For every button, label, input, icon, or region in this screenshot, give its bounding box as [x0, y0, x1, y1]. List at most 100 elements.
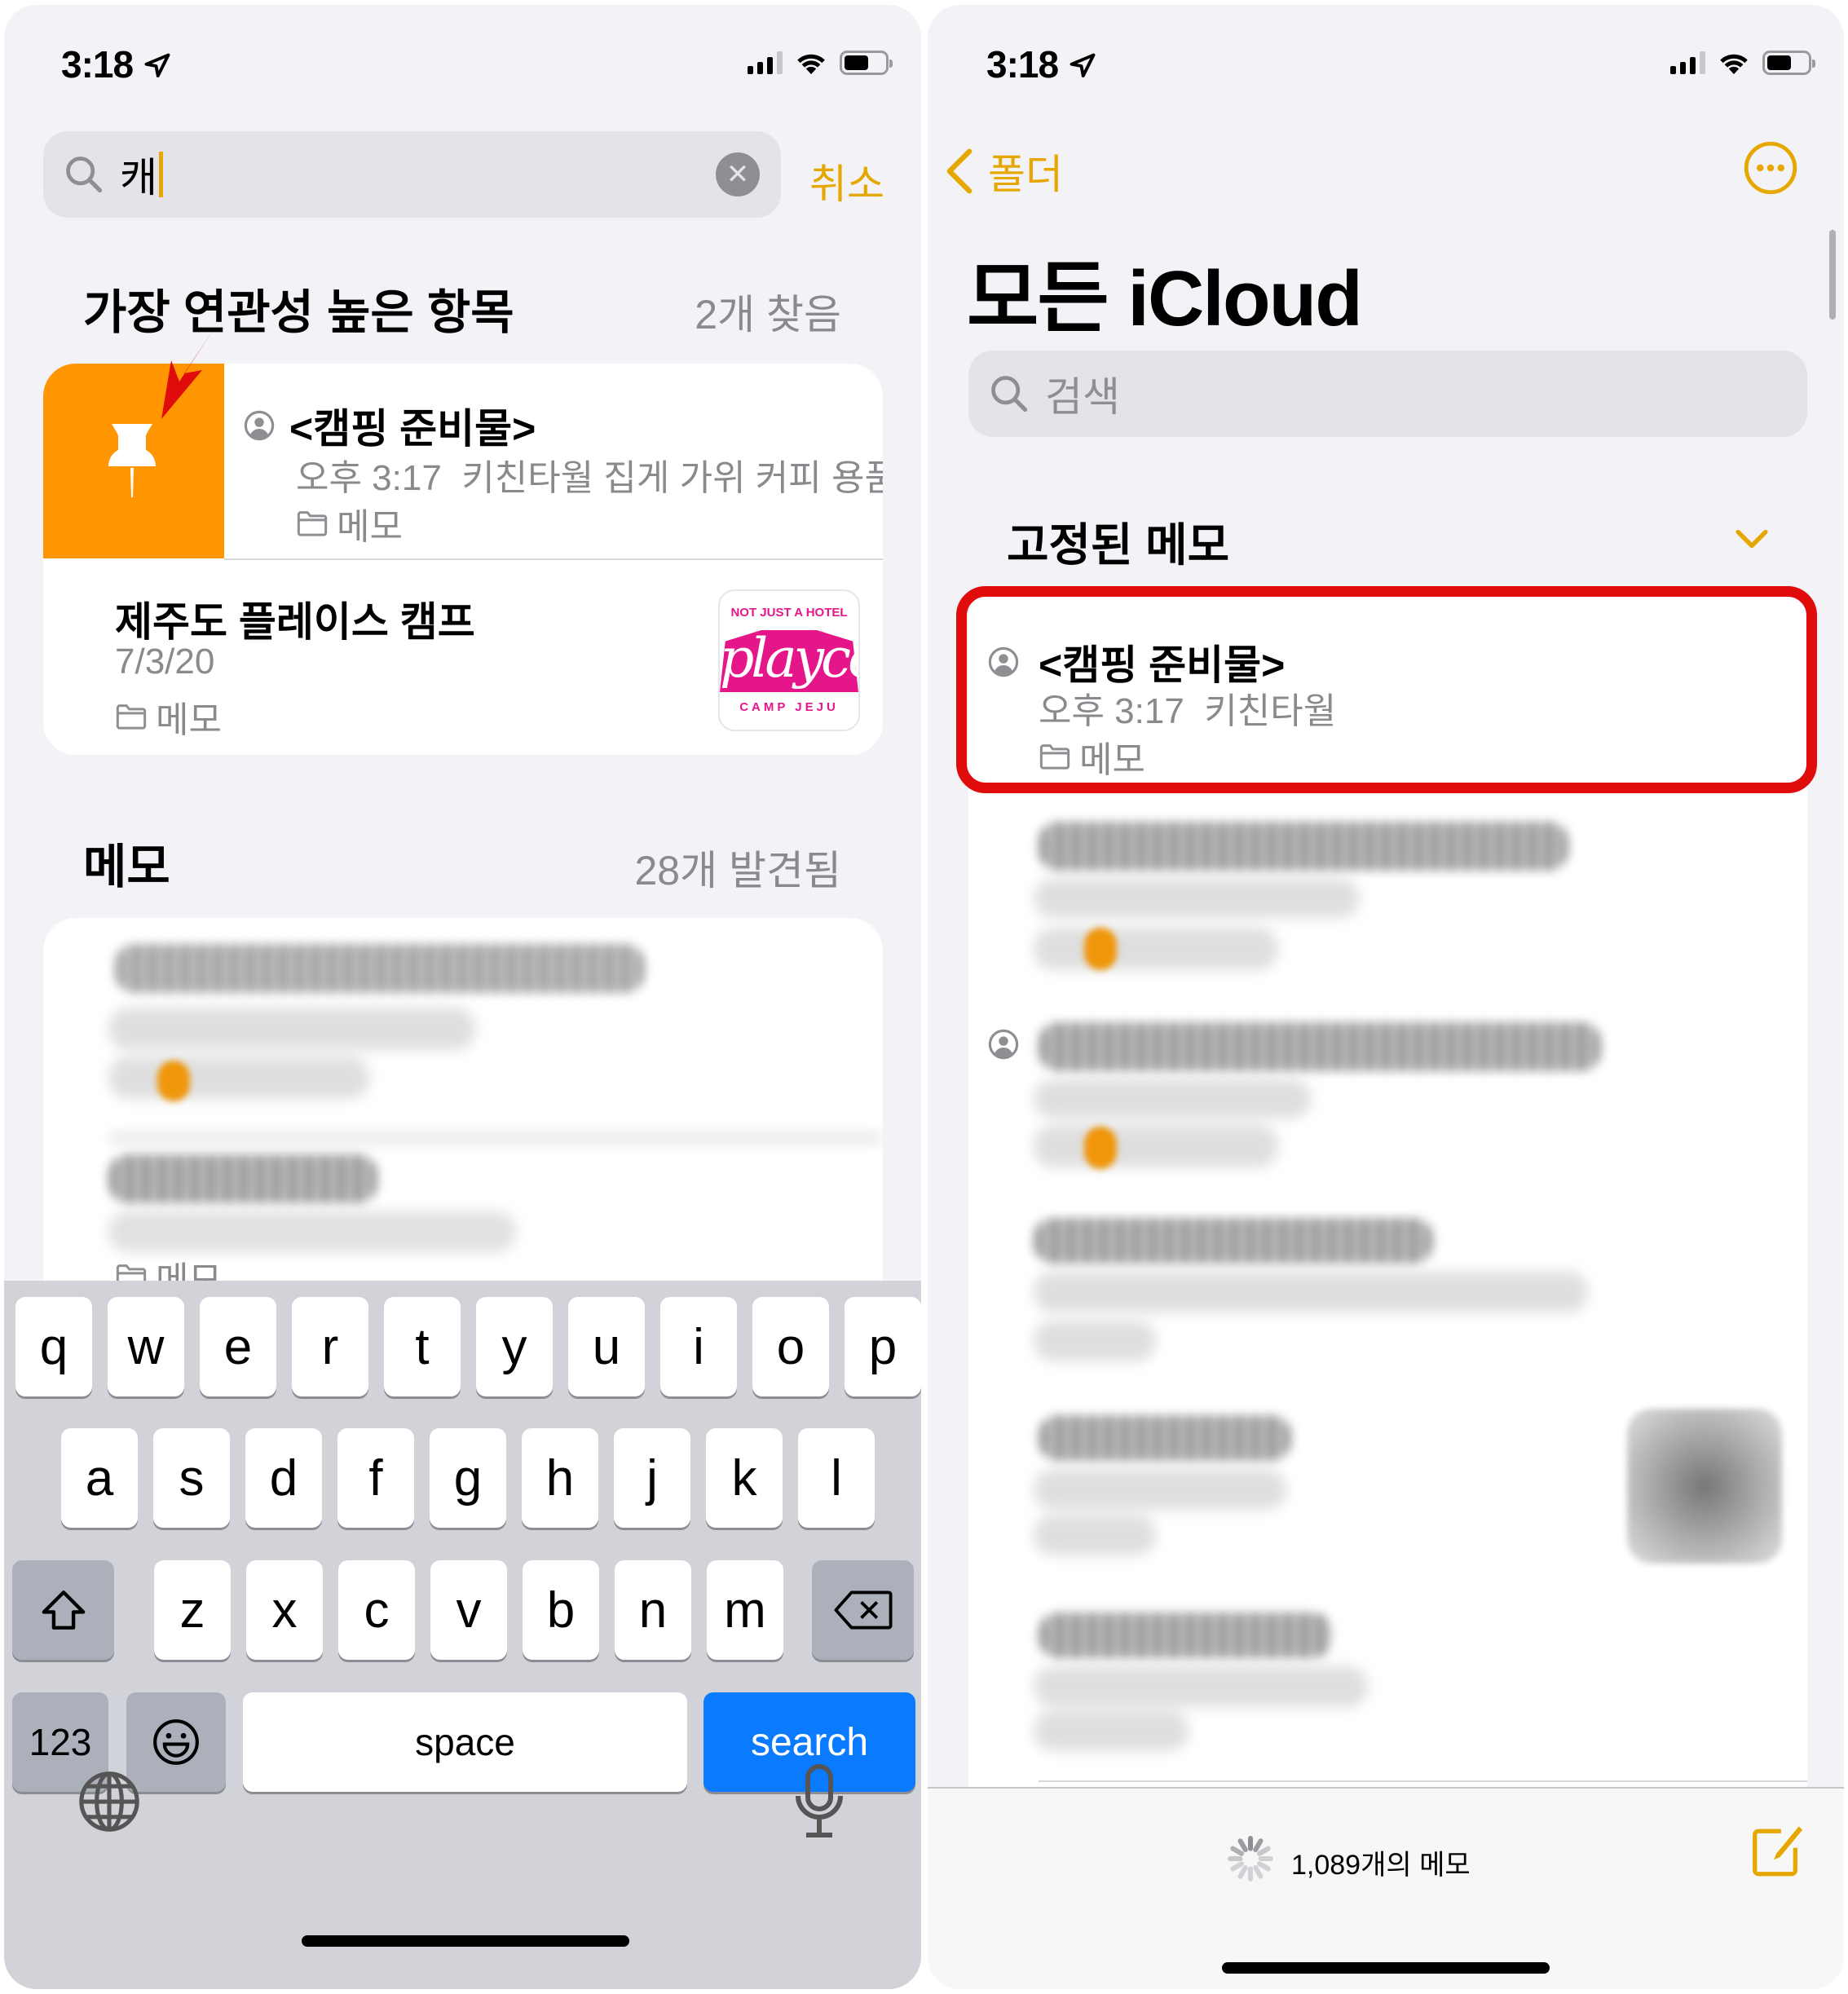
search-icon: [66, 157, 103, 193]
note-time: 오후 3:17: [296, 458, 442, 498]
note-thumbnail: NOT JUST A HOTEL playce CAMP JEJU: [718, 589, 860, 731]
key-o[interactable]: o: [752, 1297, 829, 1396]
battery-icon: [1762, 51, 1815, 75]
emoji-icon: [153, 1719, 199, 1765]
search-query: 캐: [120, 155, 157, 201]
blurred-note-title: [115, 944, 645, 993]
compose-icon[interactable]: [1748, 1823, 1805, 1880]
wifi-icon: [1720, 54, 1748, 74]
keyboard: qwertyuiopasdfghjklzxcvbnm 123 space sea…: [4, 1281, 921, 1989]
folder-icon: [297, 511, 328, 536]
shift-key[interactable]: [12, 1560, 114, 1660]
chevron-down-icon[interactable]: [1735, 527, 1769, 551]
key-a[interactable]: a: [61, 1428, 138, 1528]
blurred-note-title: [108, 1154, 377, 1203]
thumbnail-brand: playce: [720, 627, 858, 690]
key-m[interactable]: m: [707, 1560, 783, 1660]
note-folder: 메모: [296, 497, 403, 549]
notes-count: 1,089개의 메모: [1291, 1850, 1471, 1881]
folder-name: 메모: [337, 507, 403, 547]
status-icons: [1670, 50, 1815, 76]
blurred-note-preview: [1034, 1125, 1278, 1167]
blurred-divider: [108, 1130, 883, 1146]
highlight-box: [956, 586, 1817, 793]
home-indicator: [1222, 1962, 1550, 1974]
key-c[interactable]: c: [338, 1560, 415, 1660]
key-g[interactable]: g: [430, 1428, 506, 1528]
notes-list-screen: 3:18 폴더 모든 iCloud 검색 고정된 메모 <캠핑 준비물> 오후 …: [928, 5, 1844, 1989]
blurred-emoji: [157, 1061, 190, 1101]
annotation-arrow-icon: [161, 329, 214, 419]
blurred-note-preview: [1034, 1272, 1588, 1312]
signal-icon: [748, 51, 783, 74]
signal-icon: [1670, 51, 1705, 74]
key-y[interactable]: y: [476, 1297, 553, 1396]
blurred-note-title: [1039, 822, 1568, 871]
key-n[interactable]: n: [615, 1560, 691, 1660]
key-w[interactable]: w: [108, 1297, 184, 1396]
blurred-note-preview: [1034, 1079, 1311, 1118]
key-f[interactable]: f: [337, 1428, 414, 1528]
clear-search-button[interactable]: ✕: [716, 152, 760, 196]
thumbnail-bottom-text: CAMP JEJU: [739, 700, 839, 714]
key-h[interactable]: h: [522, 1428, 598, 1528]
key-u[interactable]: u: [568, 1297, 645, 1396]
key-r[interactable]: r: [292, 1297, 368, 1396]
key-k[interactable]: k: [706, 1428, 783, 1528]
text-caret: [159, 152, 163, 197]
key-i[interactable]: i: [660, 1297, 737, 1396]
shared-person-icon: [244, 410, 275, 441]
home-indicator: [302, 1935, 629, 1947]
key-l[interactable]: l: [798, 1428, 875, 1528]
note-title: <캠핑 준비물>: [289, 406, 536, 452]
key-v[interactable]: v: [430, 1560, 507, 1660]
shift-icon: [42, 1590, 85, 1630]
key-t[interactable]: t: [384, 1297, 461, 1396]
back-button[interactable]: 폴더: [946, 142, 1063, 201]
top-hits-card: <캠핑 준비물> 오후 3:17 키친타월 집게 가위 커피 용품( 메모 제주…: [43, 364, 883, 755]
globe-icon[interactable]: [76, 1768, 143, 1835]
note-meta: 오후 3:17 키친타월 집게 가위 커피 용품(: [296, 448, 883, 501]
blurred-emoji: [1084, 928, 1117, 970]
blurred-note-title: [1039, 1415, 1291, 1461]
more-options-icon[interactable]: [1743, 140, 1798, 196]
delete-key[interactable]: [812, 1560, 914, 1660]
blurred-note-preview: [1034, 928, 1278, 970]
blurred-note-preview: [1034, 1666, 1368, 1707]
key-e[interactable]: e: [200, 1297, 276, 1396]
blurred-note-title: [1039, 1022, 1601, 1071]
key-x[interactable]: x: [246, 1560, 323, 1660]
blurred-emoji: [1084, 1127, 1117, 1169]
blurred-note-preview: [1034, 1469, 1286, 1510]
list-item[interactable]: 제주도 플레이스 캠프 7/3/20 메모 NOT JUST A HOTEL p…: [43, 560, 883, 755]
blurred-note-title: [1039, 1612, 1332, 1658]
folder-icon: [116, 704, 147, 730]
location-arrow-icon: [1070, 53, 1096, 77]
search-input[interactable]: 검색: [968, 351, 1807, 437]
key-d[interactable]: d: [245, 1428, 322, 1528]
cancel-button[interactable]: 취소: [809, 152, 884, 210]
note-title: 제주도 플레이스 캠프: [115, 599, 475, 645]
search-input[interactable]: 캐 ✕: [43, 131, 781, 218]
scrollbar[interactable]: [1829, 230, 1836, 320]
notes-count: 28개 발견됨: [634, 848, 841, 893]
microphone-icon[interactable]: [793, 1763, 845, 1842]
blurred-note-preview: [1034, 1321, 1156, 1361]
key-z[interactable]: z: [154, 1560, 231, 1660]
status-icons: [748, 50, 893, 76]
key-b[interactable]: b: [523, 1560, 599, 1660]
blurred-note-preview: [1034, 879, 1360, 918]
key-q[interactable]: q: [15, 1297, 92, 1396]
key-j[interactable]: j: [614, 1428, 690, 1528]
loading-spinner-icon: [1228, 1836, 1273, 1882]
bottom-toolbar: 1,089개의 메모: [928, 1787, 1844, 1989]
backspace-icon: [833, 1590, 893, 1630]
key-p[interactable]: p: [845, 1297, 921, 1396]
key-s[interactable]: s: [153, 1428, 230, 1528]
search-icon: [991, 376, 1028, 412]
pinned-section-heading[interactable]: 고정된 메모: [1007, 509, 1229, 575]
notes-heading: 메모: [83, 840, 170, 893]
space-key[interactable]: space: [243, 1692, 687, 1792]
pin-icon: [108, 424, 156, 497]
blurred-note-title: [1034, 1218, 1433, 1264]
